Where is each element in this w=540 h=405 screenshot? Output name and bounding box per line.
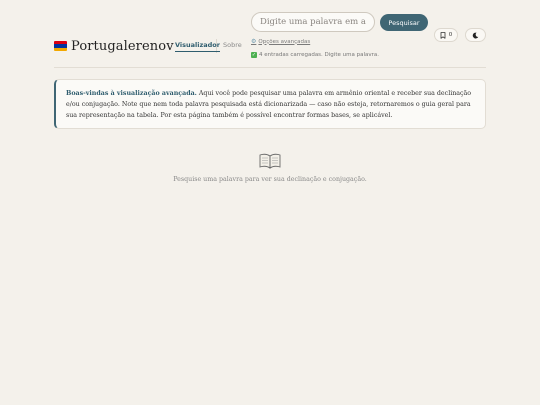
gear-icon: ⚙ bbox=[251, 38, 257, 45]
brand[interactable]: Portugalerenov bbox=[54, 36, 174, 56]
bookmarks-button[interactable]: 0 bbox=[434, 28, 458, 42]
tab-sobre[interactable]: Sobre bbox=[223, 41, 242, 49]
armenian-flag-icon bbox=[54, 41, 67, 51]
theme-toggle-button[interactable] bbox=[465, 28, 486, 42]
search-input[interactable] bbox=[251, 12, 375, 32]
welcome-title: Boas-vindas à visualização avançada. bbox=[66, 90, 197, 97]
advanced-options-label: Opções avançadas bbox=[258, 38, 311, 45]
tab-visualizador[interactable]: Visualizador bbox=[175, 41, 220, 52]
empty-state-text: Pesquise uma palavra para ver sua declin… bbox=[173, 176, 367, 183]
header: Portugalerenov Visualizador Sobre Pesqui… bbox=[54, 10, 486, 66]
brand-name: Portugalerenov bbox=[71, 38, 174, 54]
bookmark-icon bbox=[440, 31, 446, 39]
header-rule bbox=[54, 67, 486, 68]
status-message: ✓ 4 entradas carregadas. Digite uma pala… bbox=[251, 52, 379, 58]
bookmark-count: 0 bbox=[448, 32, 453, 38]
search-button[interactable]: Pesquisar bbox=[380, 14, 428, 31]
welcome-banner: Boas-vindas à visualização avançada. Aqu… bbox=[54, 79, 486, 129]
moon-icon bbox=[472, 32, 479, 38]
book-icon bbox=[259, 153, 281, 169]
status-text: 4 entradas carregadas. Digite uma palavr… bbox=[259, 52, 379, 58]
check-icon: ✓ bbox=[251, 52, 257, 58]
advanced-options-link[interactable]: ⚙ Opções avançadas bbox=[251, 38, 310, 45]
